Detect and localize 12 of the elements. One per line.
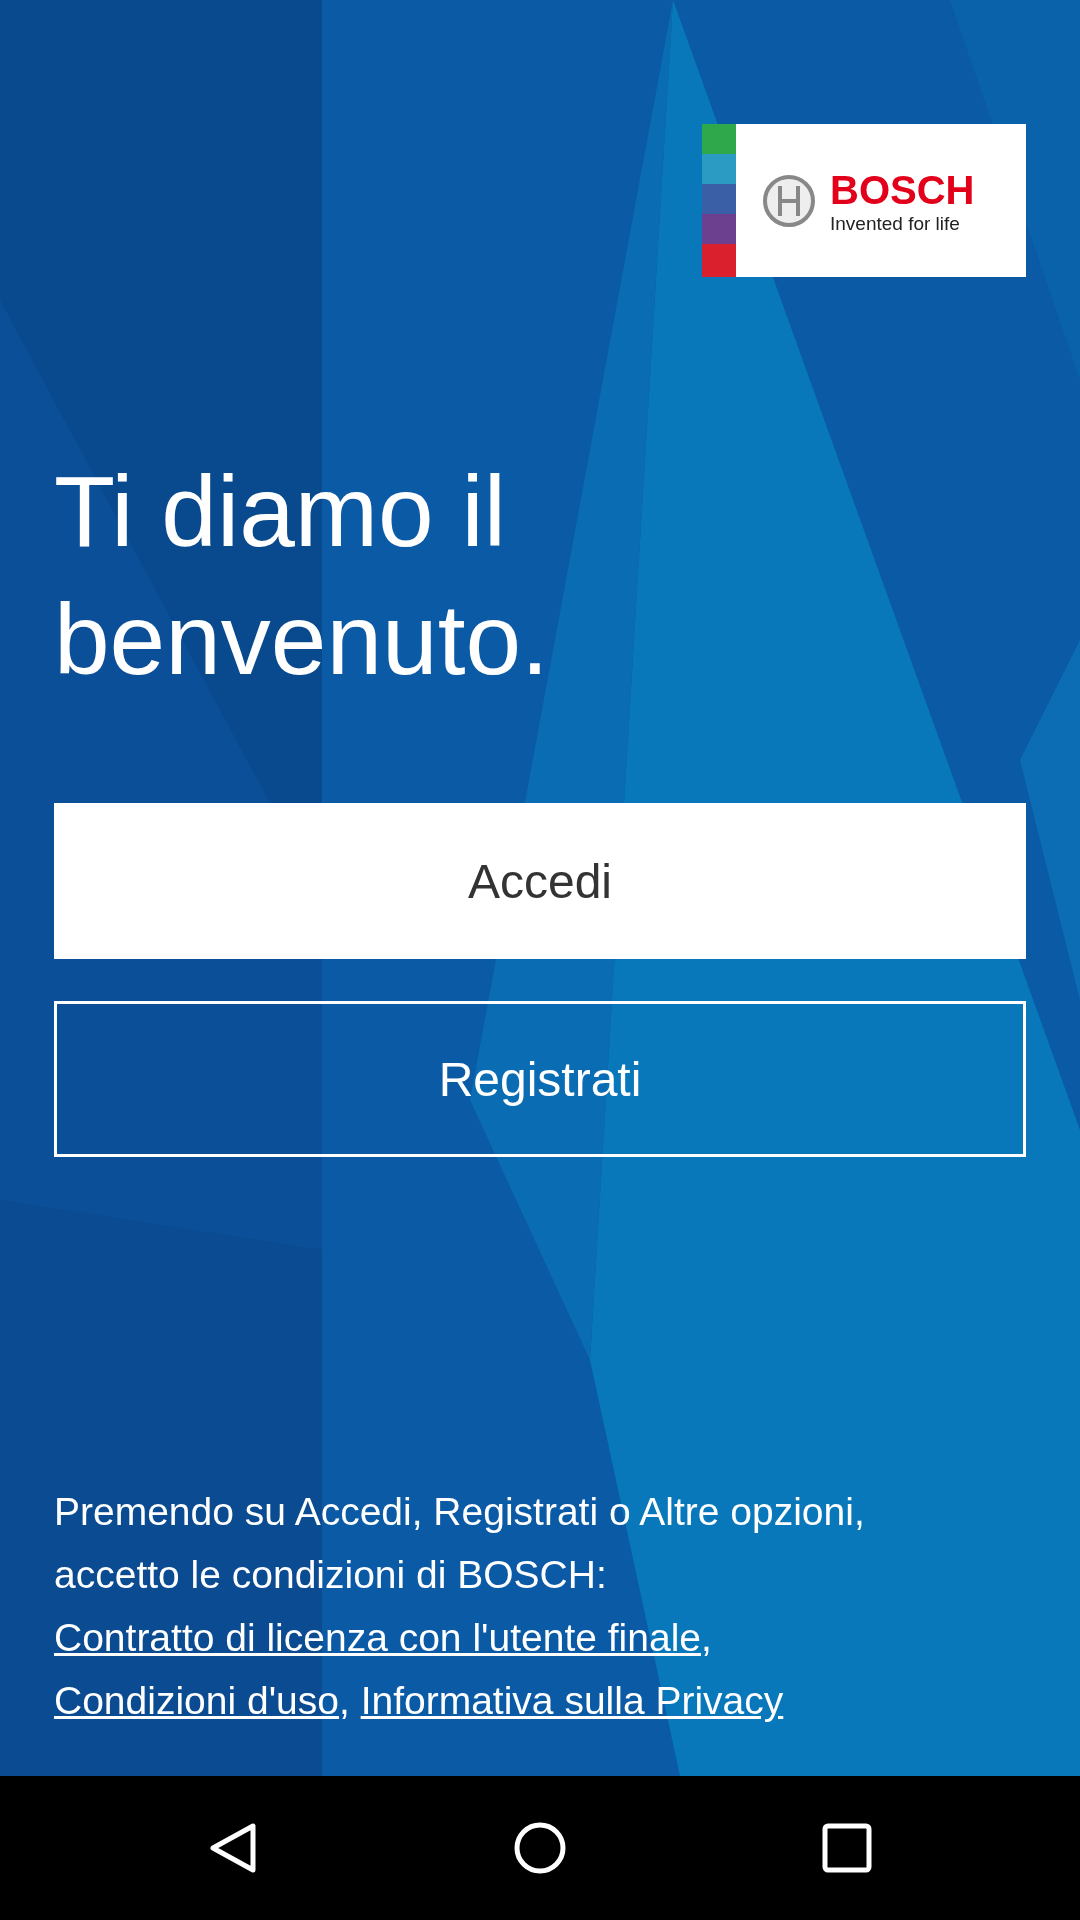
armature-icon	[762, 173, 816, 228]
color-strip-icon	[702, 124, 736, 277]
legal-link[interactable]: Condizioni d'uso	[54, 1679, 339, 1722]
welcome-heading: Ti diamo il benvenuto.	[54, 454, 550, 697]
login-button[interactable]: Accedi	[54, 803, 1026, 959]
tagline: Invented for life	[830, 212, 961, 235]
legal-link[interactable]: Informativa sulla Privacy	[360, 1679, 784, 1722]
legal-text: Premendo su Accedi, Registrati o Altre opzioni, accetto le condizioni di BOSCH: Contratto di licenza con l'utente finale, Condizioni d'uso, Informativa sulla Privacy	[54, 1489, 866, 1724]
register-button[interactable]: Registrati	[54, 1001, 1026, 1157]
legal-link[interactable]: Contratto di licenza con l'utente finale	[54, 1616, 701, 1659]
brand-name: BOSCH	[830, 166, 975, 213]
home-icon[interactable]	[512, 1820, 568, 1876]
